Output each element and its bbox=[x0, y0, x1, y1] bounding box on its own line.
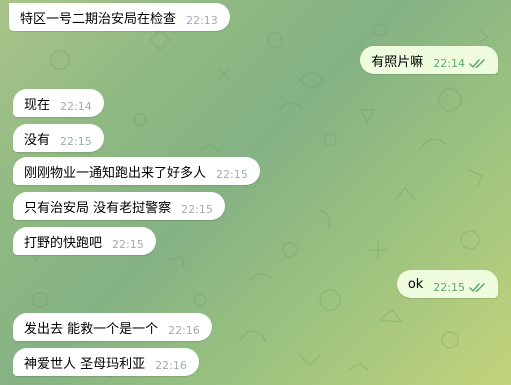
message-bubble-incoming[interactable]: 现在 22:14 bbox=[13, 89, 104, 117]
message-timestamp: 22:15 bbox=[181, 202, 213, 216]
message-bubble-incoming[interactable]: 没有 22:15 bbox=[13, 124, 104, 152]
message-timestamp: 22:13 bbox=[186, 13, 218, 27]
message-bubble-incoming[interactable]: 只有治安局 没有老挝警察 22:15 bbox=[13, 192, 225, 220]
double-check-icon bbox=[469, 58, 485, 68]
message-bubble-incoming[interactable]: 神爱世人 圣母玛利亚 22:16 bbox=[13, 348, 199, 376]
message-bubble-incoming[interactable]: 打野的快跑吧 22:15 bbox=[13, 227, 156, 255]
message-bubble-outgoing[interactable]: 有照片嘛 22:14 bbox=[360, 46, 498, 74]
message-text: 刚刚物业一通知跑出来了好多人 bbox=[24, 165, 207, 181]
message-text: 有照片嘛 bbox=[371, 54, 424, 70]
message-timestamp: 22:15 bbox=[60, 134, 92, 148]
message-timestamp: 22:16 bbox=[155, 358, 187, 372]
message-text: 只有治安局 没有老挝警察 bbox=[24, 200, 172, 216]
message-timestamp: 22:15 bbox=[433, 280, 465, 294]
message-timestamp: 22:14 bbox=[60, 99, 92, 113]
message-text: ok bbox=[407, 276, 424, 292]
message-timestamp: 22:15 bbox=[112, 237, 144, 251]
message-bubble-incoming[interactable]: 发出去 能救一个是一个 22:16 bbox=[13, 313, 212, 341]
message-timestamp: 22:15 bbox=[216, 167, 248, 181]
message-text: 发出去 能救一个是一个 bbox=[24, 321, 159, 337]
message-text: 没有 bbox=[24, 132, 51, 148]
message-text: 神爱世人 圣母玛利亚 bbox=[24, 356, 146, 372]
message-bubble-incoming[interactable]: 刚刚物业一通知跑出来了好多人 22:15 bbox=[13, 157, 260, 185]
message-timestamp: 22:14 bbox=[433, 56, 465, 70]
double-check-icon bbox=[469, 282, 485, 292]
message-text: 特区一号二期治安局在检查 bbox=[20, 11, 177, 27]
message-bubble-incoming[interactable]: 特区一号二期治安局在检查 22:13 bbox=[9, 3, 230, 31]
message-text: 打野的快跑吧 bbox=[24, 235, 103, 251]
message-timestamp: 22:16 bbox=[168, 323, 200, 337]
message-bubble-outgoing[interactable]: ok 22:15 bbox=[396, 270, 498, 298]
message-text: 现在 bbox=[24, 97, 51, 113]
